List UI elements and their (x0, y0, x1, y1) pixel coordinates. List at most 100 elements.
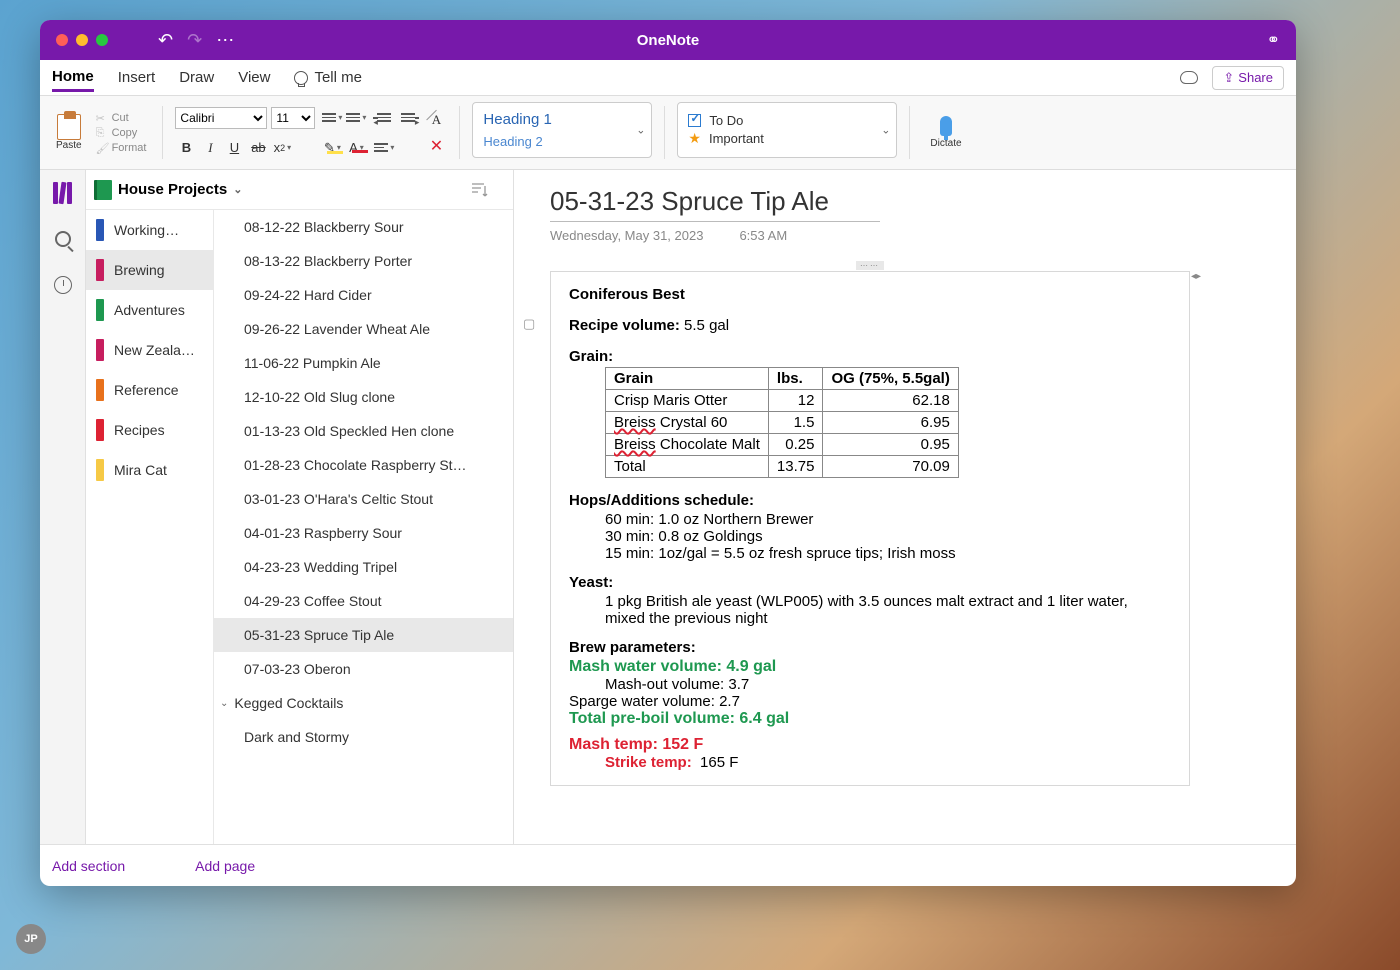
section-item[interactable]: Adventures (86, 290, 213, 330)
copy-button[interactable]: ⎘Copy (92, 126, 151, 140)
more-icon[interactable]: ⋯ (216, 30, 234, 51)
section-item[interactable]: New Zeala… (86, 330, 213, 370)
bottom-bar: Add section Add page (40, 844, 1296, 886)
add-page-button[interactable]: Add page (195, 858, 255, 874)
microphone-icon (940, 116, 952, 136)
clear-formatting-button[interactable]: A (425, 109, 447, 131)
format-painter-button[interactable]: 🖌Format (92, 141, 151, 155)
subscript-button[interactable]: x2 (271, 137, 293, 159)
minimize-icon[interactable] (76, 34, 88, 46)
tab-home[interactable]: Home (52, 64, 94, 92)
style-heading2[interactable]: Heading 2 (483, 134, 641, 149)
copy-icon: ⎘ (96, 127, 108, 139)
numbering-button[interactable] (345, 107, 367, 129)
share-button[interactable]: ⇪ Share (1212, 66, 1284, 90)
bulb-icon (294, 71, 308, 85)
delete-button[interactable]: ✕ (425, 135, 447, 157)
sort-button[interactable] (470, 182, 488, 198)
dictate-button[interactable]: Dictate (922, 102, 969, 163)
presence-icon[interactable]: ⚭ (1267, 30, 1280, 50)
scissors-icon: ✂ (96, 112, 108, 124)
container-handle-icon[interactable]: ▢ (523, 316, 535, 332)
font-size-select[interactable]: 11 (271, 107, 315, 129)
page-item[interactable]: 04-01-23 Raspberry Sour (214, 516, 513, 550)
notebooks-button[interactable] (52, 182, 74, 204)
page-item[interactable]: 11-06-22 Pumpkin Ale (214, 346, 513, 380)
highlighter-icon: ✎ (324, 140, 335, 156)
font-family-select[interactable]: Calibri (175, 107, 267, 129)
styles-gallery[interactable]: Heading 1 Heading 2 ⌄ (472, 102, 652, 158)
page-item[interactable]: 04-29-23 Coffee Stout (214, 584, 513, 618)
bullets-button[interactable] (321, 107, 343, 129)
section-item[interactable]: Mira Cat (86, 450, 213, 490)
sync-status-icon[interactable] (1180, 71, 1198, 84)
tell-me[interactable]: Tell me (294, 69, 362, 86)
note-container[interactable]: ◂▸ ▢ Coniferous Best Recipe volume: 5.5 … (550, 271, 1190, 786)
add-section-button[interactable]: Add section (52, 858, 125, 874)
notebook-name: House Projects (118, 181, 227, 198)
window-title: OneNote (637, 32, 700, 49)
section-color-swatch (96, 259, 104, 281)
tag-todo[interactable]: To Do (688, 113, 886, 128)
page-item[interactable]: 08-13-22 Blackberry Porter (214, 244, 513, 278)
share-icon: ⇪ (1223, 70, 1234, 86)
page-item[interactable]: Dark and Stormy (214, 720, 513, 754)
align-icon (374, 143, 388, 152)
hops-label: Hops/Additions schedule: (569, 492, 1171, 509)
recent-button[interactable] (52, 274, 74, 296)
section-label: Working… (114, 222, 179, 238)
page-item[interactable]: 12-10-22 Old Slug clone (214, 380, 513, 414)
page-title-input[interactable] (550, 186, 880, 222)
cut-button[interactable]: ✂Cut (92, 111, 151, 125)
section-item[interactable]: Recipes (86, 410, 213, 450)
section-item[interactable]: Brewing (86, 250, 213, 290)
section-item[interactable]: Reference (86, 370, 213, 410)
notebook-header[interactable]: House Projects ⌄ (86, 170, 506, 210)
section-item[interactable]: Working… (86, 210, 213, 250)
paste-button[interactable]: Paste (50, 112, 88, 153)
tab-view[interactable]: View (238, 65, 270, 90)
search-button[interactable] (52, 228, 74, 250)
highlight-button[interactable]: ✎ (321, 137, 343, 159)
close-icon[interactable] (56, 34, 68, 46)
tag-important[interactable]: ★Important (688, 130, 886, 147)
indent-button[interactable]: ▸ (397, 107, 419, 129)
pre-boil: Total pre-boil volume: 6.4 gal (569, 710, 1171, 728)
bold-button[interactable]: B (175, 137, 197, 159)
page-item[interactable]: 09-26-22 Lavender Wheat Ale (214, 312, 513, 346)
sparge: Sparge water volume: 2.7 (569, 693, 1171, 710)
brew-params-label: Brew parameters: (569, 639, 1171, 656)
tags-gallery[interactable]: To Do ★Important ⌄ (677, 102, 897, 158)
indent-icon: ▸ (401, 113, 415, 122)
font-color-button[interactable]: A (345, 137, 367, 159)
tab-insert[interactable]: Insert (118, 65, 156, 90)
page-item[interactable]: 04-23-23 Wedding Tripel (214, 550, 513, 584)
page-item[interactable]: 05-31-23 Spruce Tip Ale (214, 618, 513, 652)
page-item[interactable]: 07-03-23 Oberon (214, 652, 513, 686)
hops-line: 15 min: 1oz/gal = 5.5 oz fresh spruce ti… (605, 545, 1171, 562)
page-item[interactable]: 01-13-23 Old Speckled Hen clone (214, 414, 513, 448)
outdent-button[interactable]: ◂ (373, 107, 395, 129)
maximize-icon[interactable] (96, 34, 108, 46)
undo-icon[interactable]: ↶ (158, 30, 173, 51)
page-canvas[interactable]: Wednesday, May 31, 2023 6:53 AM ◂▸ ▢ Con… (514, 170, 1296, 844)
page-date: Wednesday, May 31, 2023 (550, 228, 703, 243)
tab-draw[interactable]: Draw (179, 65, 214, 90)
page-item[interactable]: 09-24-22 Hard Cider (214, 278, 513, 312)
redo-icon[interactable]: ↷ (187, 30, 202, 51)
page-item[interactable]: 08-12-22 Blackberry Sour (214, 210, 513, 244)
style-heading1[interactable]: Heading 1 (483, 111, 641, 128)
page-item[interactable]: 01-28-23 Chocolate Raspberry St… (214, 448, 513, 482)
page-item[interactable]: 03-01-23 O'Hara's Celtic Stout (214, 482, 513, 516)
italic-button[interactable]: I (199, 137, 221, 159)
resize-handle-icon[interactable]: ◂▸ (1191, 271, 1201, 282)
section-color-swatch (96, 339, 104, 361)
underline-button[interactable]: U (223, 137, 245, 159)
strikethrough-button[interactable]: ab (247, 137, 269, 159)
user-avatar[interactable]: JP (16, 924, 46, 954)
subsection-toggle[interactable]: ⌄ Kegged Cocktails (214, 686, 513, 720)
section-color-swatch (96, 379, 104, 401)
app-window: ↶ ↷ ⋯ OneNote ⚭ Home Insert Draw View Te… (40, 20, 1296, 886)
align-button[interactable] (373, 137, 395, 159)
mash-out: Mash-out volume: 3.7 (605, 676, 1171, 693)
